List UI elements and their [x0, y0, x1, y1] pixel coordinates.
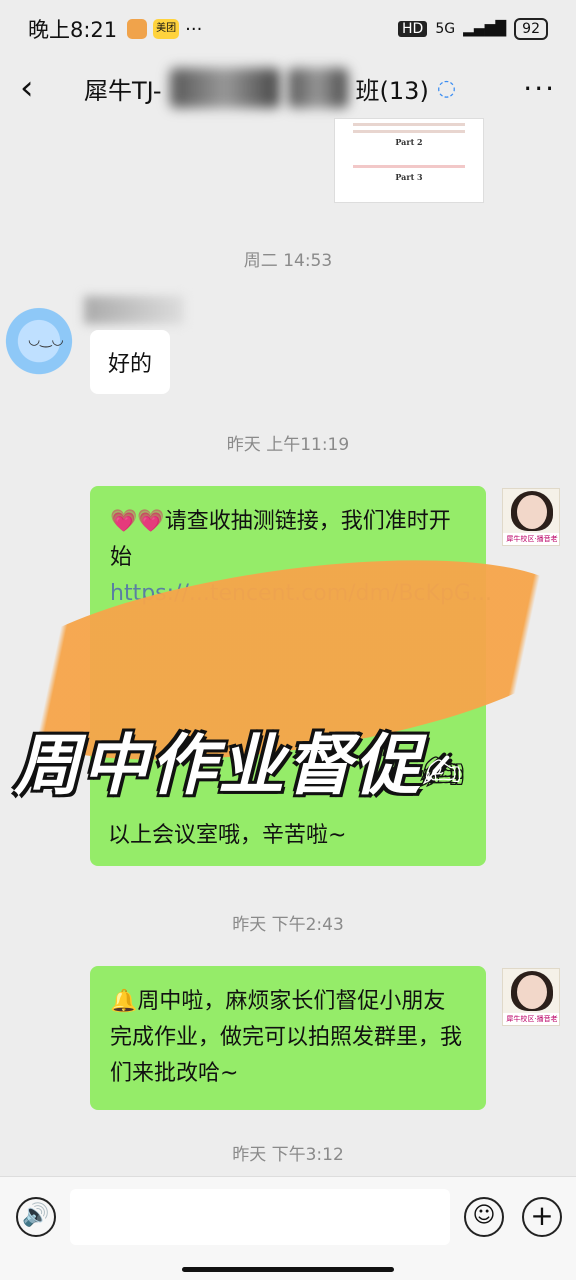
app-icon	[127, 19, 148, 39]
voice-icon[interactable]: 🔊	[16, 1197, 56, 1237]
meituan-icon: 美团	[153, 19, 180, 39]
status-right: HD 5G ▂▄▆█ 92	[398, 18, 548, 40]
smile-icon: ◡‿◡	[28, 332, 64, 348]
more-options-icon[interactable]: ···	[523, 72, 556, 105]
avatar-caption: 犀牛校区·播音老师·张老师	[503, 1013, 559, 1025]
image-part2-label: Part 2	[395, 137, 423, 147]
avatar-teacher[interactable]: 犀牛校区·播音老师·张老师	[502, 968, 560, 1026]
title-prefix: 犀牛TJ-	[84, 76, 162, 105]
avatar-caption: 犀牛校区·播音老师·张老师	[503, 533, 559, 545]
avatar-teacher[interactable]: 犀牛校区·播音老师·张老师	[502, 488, 560, 546]
status-time: 晚上8:21	[28, 18, 118, 42]
chat-title: 犀牛TJ- 班(13) ◌	[84, 68, 456, 108]
plus-icon[interactable]: +	[522, 1197, 562, 1237]
message-bubble-incoming[interactable]: 好的	[90, 330, 171, 394]
overlay-title: 周中作业督促✍	[14, 727, 465, 804]
avatar-cloud[interactable]: ◡‿◡	[0, 296, 78, 378]
input-bar: 🔊 ☺ +	[0, 1176, 576, 1280]
back-icon[interactable]: ‹	[20, 68, 60, 108]
title-suffix: 班(13)	[355, 76, 429, 105]
emoji-icon[interactable]: ☺	[464, 1197, 504, 1237]
hd-icon: HD	[398, 21, 428, 37]
network-icon: 5G	[435, 21, 456, 37]
timestamp: 昨天 下午2:43	[232, 915, 344, 935]
timestamp: 昨天 上午11:19	[226, 435, 350, 455]
timestamp: 周二 14:53	[243, 251, 333, 271]
enterprise-chat-icon: ◌	[436, 75, 457, 101]
timestamp: 昨天 下午3:12	[232, 1145, 344, 1165]
chat-header: ‹ 犀牛TJ- 班(13) ◌ ···	[0, 58, 576, 118]
status-bar: 晚上8:21 美团 ··· HD 5G ▂▄▆█ 92	[0, 0, 576, 58]
redacted-sender-name	[84, 296, 184, 324]
shared-image[interactable]: Part 2 Part 3	[334, 118, 484, 203]
redacted-name	[169, 68, 280, 108]
redacted-name	[287, 68, 348, 108]
message-text-extra: 以上会议室哦，辛苦啦~	[108, 823, 347, 848]
status-app-icons: 美团 ···	[127, 19, 202, 40]
message-bubble-outgoing[interactable]: 🔔周中啦，麻烦家长们督促小朋友完成作业，做完可以拍照发群里，我们来批改哈~	[90, 966, 486, 1110]
battery-icon: 92	[514, 18, 548, 40]
writing-hand-icon: ✍	[422, 744, 465, 800]
signal-icon: ▂▄▆█	[463, 21, 507, 37]
image-part3-label: Part 3	[395, 172, 423, 182]
home-indicator	[182, 1267, 394, 1272]
message-input[interactable]	[70, 1189, 450, 1245]
